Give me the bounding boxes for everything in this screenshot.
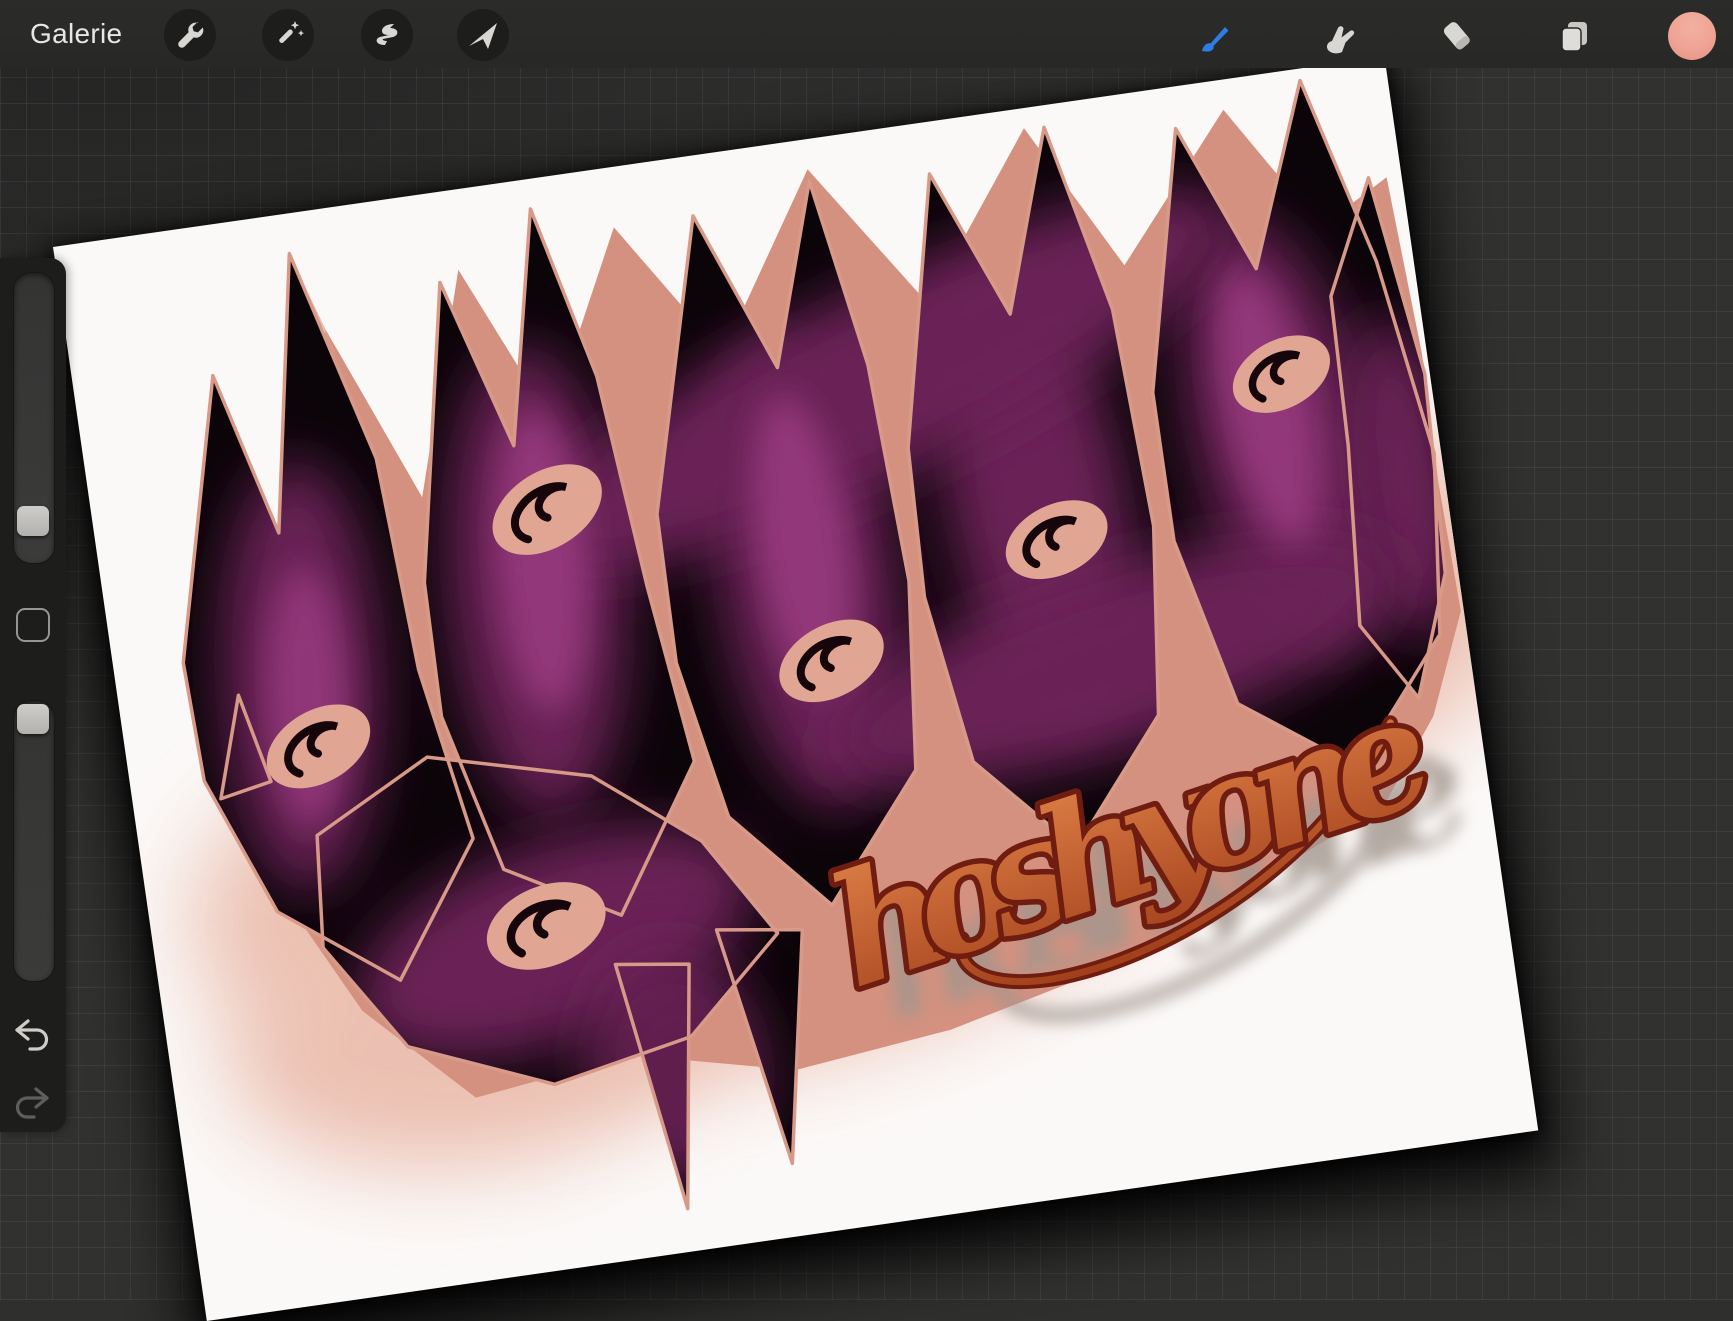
drawing-canvas[interactable]: hoshyone hoshyone (53, 56, 1538, 1321)
layers-icon (1554, 16, 1594, 56)
layers-button[interactable] (1551, 13, 1597, 59)
erase-tool-button[interactable] (1434, 13, 1480, 59)
magic-wand-icon (268, 15, 308, 55)
brush-opacity-handle[interactable] (17, 704, 49, 734)
color-swatch[interactable] (1668, 12, 1716, 60)
undo-button[interactable] (10, 1013, 54, 1057)
redo-button[interactable] (10, 1081, 54, 1125)
s-ribbon-icon (367, 15, 407, 55)
brush-size-handle[interactable] (17, 506, 49, 536)
wrench-icon (170, 15, 210, 55)
move-arrow-icon (463, 15, 503, 55)
transform-button[interactable] (457, 9, 509, 61)
actions-button[interactable] (164, 9, 216, 61)
gallery-button[interactable]: Galerie (30, 18, 122, 50)
brush-opacity-slider[interactable] (13, 700, 55, 982)
brush-icon (1194, 16, 1234, 56)
smudge-tool-button[interactable] (1315, 13, 1361, 59)
paint-tool-button[interactable] (1191, 13, 1237, 59)
selection-button[interactable] (361, 9, 413, 61)
side-toolbar (0, 258, 66, 1132)
graffiti-artwork: hoshyone hoshyone (53, 56, 1538, 1321)
modify-button[interactable] (16, 608, 50, 642)
brush-size-slider[interactable] (13, 272, 55, 564)
smudge-finger-icon (1318, 16, 1358, 56)
top-toolbar: Galerie (0, 0, 1733, 68)
eraser-icon (1437, 16, 1477, 56)
adjustments-button[interactable] (262, 9, 314, 61)
